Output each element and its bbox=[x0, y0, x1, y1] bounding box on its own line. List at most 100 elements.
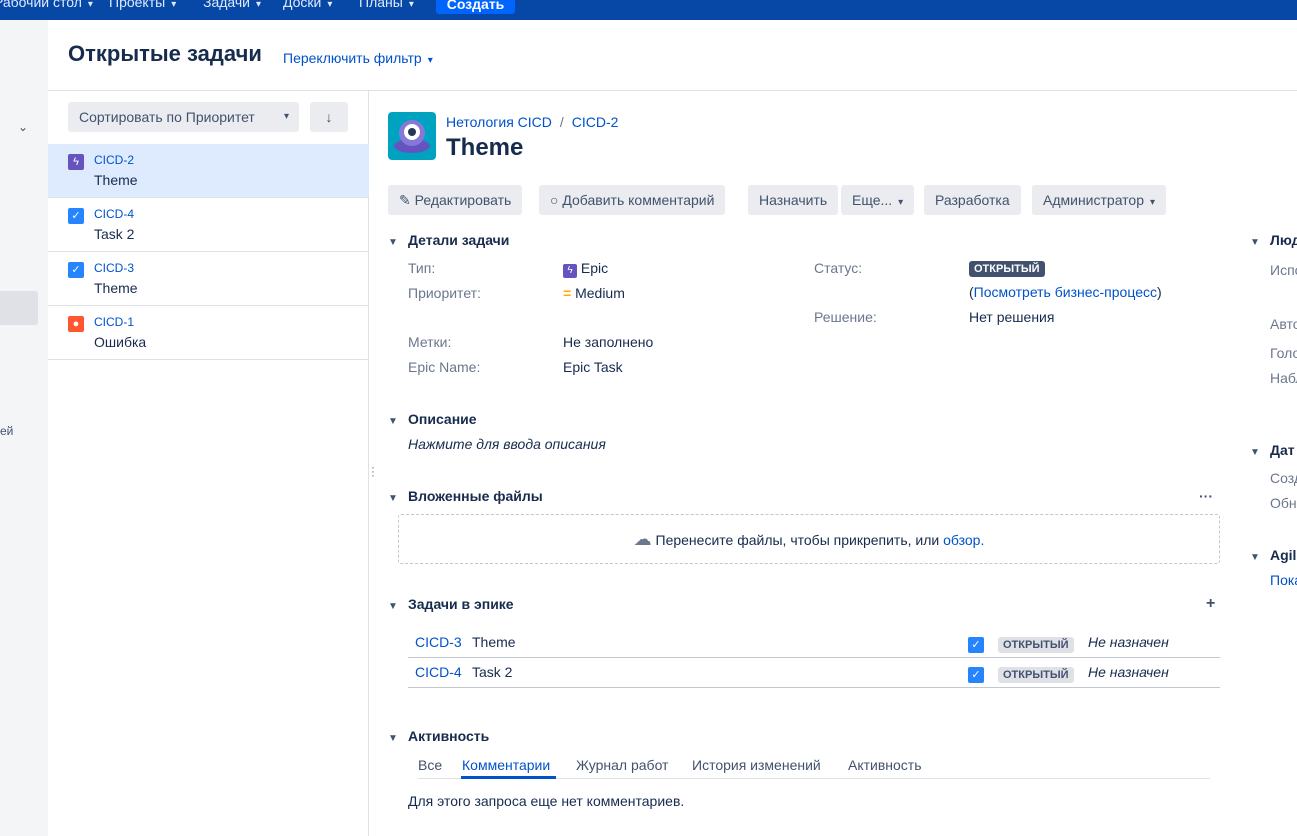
epic-child-row: CICD-3 Theme ✓ ОТКРЫТЫЙ Не назначен bbox=[408, 628, 1220, 658]
updated-label: Обн bbox=[1270, 495, 1297, 511]
chevron-down-icon: ▾ bbox=[256, 0, 262, 10]
resolution-label: Решение: bbox=[814, 309, 877, 325]
admin-button[interactable]: Администратор ▾ bbox=[1032, 185, 1167, 215]
child-status: ОТКРЫТЫЙ bbox=[998, 635, 1074, 653]
status-label: Статус: bbox=[814, 260, 863, 276]
create-button[interactable]: Создать bbox=[436, 0, 515, 14]
resolution-value: Нет решения bbox=[969, 309, 1055, 325]
add-comment-button[interactable]: ○ Добавить комментарий bbox=[539, 185, 726, 215]
child-issue-summary[interactable]: Theme bbox=[472, 634, 516, 650]
description-field[interactable]: Нажмите для ввода описания bbox=[408, 436, 606, 452]
chevron-down-icon: ▾ bbox=[87, 0, 93, 10]
chevron-down-icon: ▼ bbox=[388, 493, 398, 504]
sort-direction-button[interactable]: ↓ bbox=[310, 102, 348, 132]
cloud-upload-icon: ☁ bbox=[633, 529, 652, 549]
epic-name-label: Epic Name: bbox=[408, 359, 481, 375]
child-issue-key[interactable]: CICD-3 bbox=[415, 634, 462, 650]
tab-work-log[interactable]: Журнал работ bbox=[576, 757, 668, 773]
attachment-dropzone[interactable]: ☁ Перенесите файлы, чтобы прикрепить, ил… bbox=[398, 514, 1220, 564]
chevron-down-icon: ▾ bbox=[283, 111, 289, 122]
sidebar-item-label[interactable]: ей bbox=[0, 424, 13, 438]
watchers-label: Набл bbox=[1270, 370, 1297, 386]
panel-resize-handle[interactable]: · · · bbox=[371, 461, 375, 481]
issue-key: CICD-2 bbox=[94, 153, 135, 167]
nav-boards[interactable]: Доски ▾ bbox=[283, 0, 332, 10]
view-workflow-link[interactable]: Посмотреть бизнес-процесс bbox=[974, 284, 1157, 300]
epic-tasks-section-toggle[interactable]: ▼ Задачи в эпике bbox=[388, 596, 514, 612]
people-section-toggle[interactable]: ▼ Люд bbox=[1250, 232, 1297, 248]
child-status: ОТКРЫТЫЙ bbox=[998, 665, 1074, 683]
assignee-label: Испо bbox=[1270, 262, 1297, 278]
labels-value[interactable]: Не заполнено bbox=[563, 334, 653, 350]
chevron-down-icon: ▾ bbox=[898, 197, 904, 208]
project-avatar bbox=[388, 112, 436, 160]
chevron-down-icon: ▼ bbox=[388, 601, 398, 612]
child-assignee: Не назначен bbox=[1088, 634, 1169, 650]
issue-summary: Theme bbox=[94, 172, 138, 188]
epic-child-row: CICD-4 Task 2 ✓ ОТКРЫТЫЙ Не назначен bbox=[408, 658, 1220, 688]
top-navigation-bar: Рабочий стол ▾ Проекты ▾ Задачи ▾ Доски ▾ Пл… bbox=[0, 0, 1297, 20]
nav-projects[interactable]: Проекты ▾ bbox=[109, 0, 176, 10]
chevron-down-icon: ▼ bbox=[1250, 237, 1260, 248]
tab-all[interactable]: Все bbox=[418, 757, 442, 773]
child-issue-summary[interactable]: Task 2 bbox=[472, 664, 512, 680]
page-title: Открытые задачи bbox=[68, 41, 262, 66]
task-icon: ✓ bbox=[968, 667, 984, 683]
chevron-down-icon: ▾ bbox=[1150, 197, 1156, 208]
nav-plans[interactable]: Планы ▾ bbox=[359, 0, 414, 10]
issue-list-panel: Сортировать по Приоритет ▾ ↓ ϟ CICD-2 The… bbox=[48, 91, 369, 836]
nav-issues[interactable]: Задачи ▾ bbox=[203, 0, 261, 10]
chevron-down-icon: ▾ bbox=[408, 0, 414, 10]
task-icon: ✓ bbox=[968, 637, 984, 653]
issue-list-item[interactable]: ✓ CICD-4 Task 2 bbox=[48, 198, 369, 252]
chevron-down-icon: ▼ bbox=[1250, 552, 1260, 563]
reporter-label: Авто bbox=[1270, 316, 1297, 332]
attachments-section-toggle[interactable]: ▼ Вложенные файлы bbox=[388, 488, 543, 504]
tab-history[interactable]: История изменений bbox=[692, 757, 821, 773]
status-lozenge: ОТКРЫТЫЙ bbox=[969, 261, 1045, 277]
child-issue-key[interactable]: CICD-4 bbox=[415, 664, 462, 680]
sort-dropdown[interactable]: Сортировать по Приоритет ▾ bbox=[68, 102, 299, 132]
issue-title[interactable]: Theme bbox=[446, 134, 523, 162]
chevron-down-icon: ▼ bbox=[388, 733, 398, 744]
chevron-down-icon: ▾ bbox=[327, 0, 333, 10]
issue-list-item[interactable]: ● CICD-1 Ошибка bbox=[48, 306, 369, 360]
edit-button[interactable]: ✎ Редактировать bbox=[388, 185, 523, 215]
activity-section-toggle[interactable]: ▼ Активность bbox=[388, 728, 489, 744]
epic-icon: ϟ bbox=[563, 264, 577, 278]
breadcrumb: Нетология CICD / CICD-2 bbox=[446, 114, 619, 130]
arrow-down-icon: ↓ bbox=[325, 109, 333, 125]
breadcrumb-project[interactable]: Нетология CICD bbox=[446, 114, 552, 130]
switch-filter-link[interactable]: Переключить фильтр ▾ bbox=[283, 50, 433, 66]
chevron-down-icon[interactable]: ⌄ bbox=[18, 120, 28, 134]
assign-button[interactable]: Назначить bbox=[748, 185, 839, 215]
pencil-icon: ✎ bbox=[399, 192, 411, 208]
task-icon: ✓ bbox=[68, 208, 84, 224]
tab-comments[interactable]: Комментарии bbox=[462, 757, 550, 773]
epic-name-value[interactable]: Epic Task bbox=[563, 359, 623, 375]
chevron-down-icon: ▼ bbox=[1250, 447, 1260, 458]
sidebar-selected-item[interactable] bbox=[0, 291, 38, 325]
more-button[interactable]: Еще... ▾ bbox=[841, 185, 915, 215]
issue-list-item[interactable]: ϟ CICD-2 Theme bbox=[48, 144, 369, 198]
agile-link[interactable]: Пока bbox=[1270, 572, 1297, 588]
development-button[interactable]: Разработка bbox=[924, 185, 1021, 215]
breadcrumb-issue-key[interactable]: CICD-2 bbox=[572, 114, 619, 130]
dates-section-toggle[interactable]: ▼ Дат bbox=[1250, 442, 1295, 458]
issue-summary: Theme bbox=[94, 280, 138, 296]
browse-link[interactable]: обзор. bbox=[943, 532, 984, 548]
child-assignee: Не назначен bbox=[1088, 664, 1169, 680]
tab-activity[interactable]: Активность bbox=[848, 757, 922, 773]
agile-section-toggle[interactable]: ▼ Agil bbox=[1250, 547, 1296, 563]
nav-dashboards[interactable]: Рабочий стол ▾ bbox=[0, 0, 93, 10]
chevron-down-icon: ▾ bbox=[427, 55, 433, 66]
more-options-icon[interactable]: ··· bbox=[1199, 488, 1213, 504]
status-value: ОТКРЫТЫЙ bbox=[969, 259, 1045, 277]
add-icon[interactable]: + bbox=[1206, 595, 1215, 613]
type-value: ϟ Epic bbox=[563, 260, 608, 278]
description-section-toggle[interactable]: ▼ Описание bbox=[388, 411, 477, 427]
chevron-down-icon: ▼ bbox=[388, 237, 398, 248]
details-section-toggle[interactable]: ▼ Детали задачи bbox=[388, 232, 509, 248]
issue-list-item[interactable]: ✓ CICD-3 Theme bbox=[48, 252, 369, 306]
issue-summary: Task 2 bbox=[94, 226, 135, 242]
